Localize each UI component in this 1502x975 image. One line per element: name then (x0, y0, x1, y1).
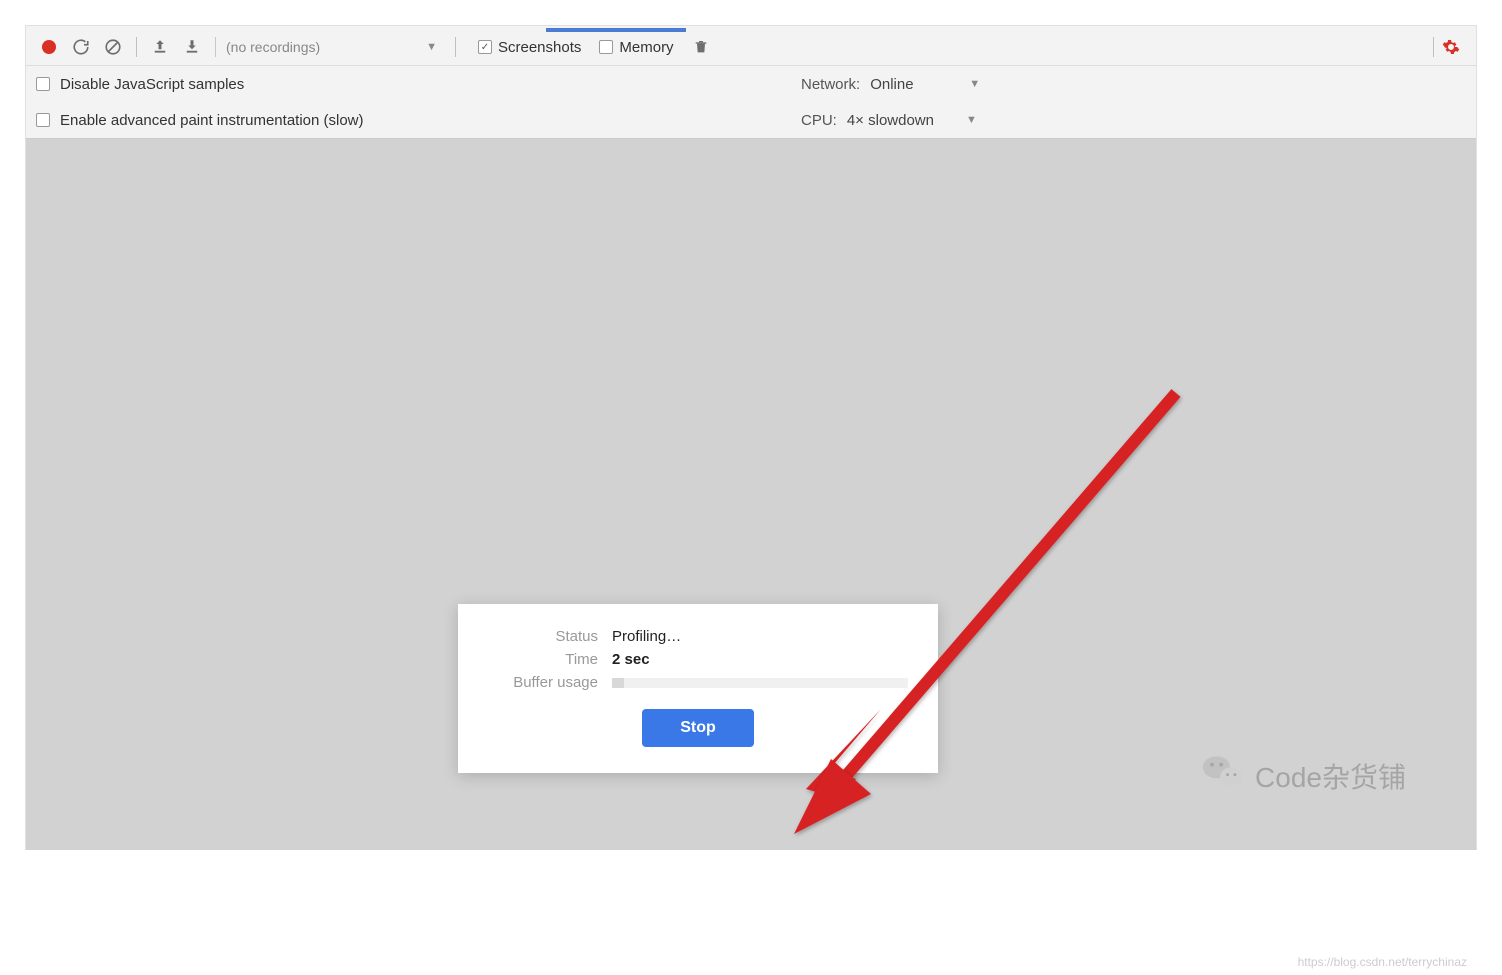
options-row: Disable JavaScript samples Network: Onli… (26, 66, 1476, 102)
network-dropdown[interactable]: Online ▼ (870, 76, 980, 93)
profiling-modal: Status Profiling… Time 2 sec Buffer usag… (458, 604, 938, 773)
collect-garbage-button[interactable] (688, 34, 714, 60)
gear-icon (1442, 38, 1460, 56)
status-value: Profiling… (612, 628, 681, 645)
upload-icon (151, 38, 169, 56)
status-label: Status (488, 628, 598, 645)
wechat-icon (1201, 751, 1245, 800)
disable-js-label: Disable JavaScript samples (60, 76, 244, 93)
cpu-dropdown[interactable]: 4× slowdown ▼ (847, 112, 977, 129)
buffer-label: Buffer usage (488, 674, 598, 691)
options-bar: Disable JavaScript samples Network: Onli… (26, 66, 1476, 139)
options-row: Enable advanced paint instrumentation (s… (26, 102, 1476, 138)
chevron-down-icon: ▼ (966, 114, 977, 126)
devtools-panel: (no recordings) ▼ Screenshots Memory (25, 25, 1477, 850)
enable-paint-label: Enable advanced paint instrumentation (s… (60, 112, 364, 129)
network-value: Online (870, 76, 913, 93)
divider (455, 37, 456, 57)
chevron-down-icon: ▼ (426, 41, 437, 53)
memory-checkbox[interactable]: Memory (599, 39, 673, 56)
reload-icon (72, 38, 90, 56)
active-tab-indicator (546, 28, 686, 32)
watermark: Code杂货铺 (1201, 751, 1406, 800)
screenshots-checkbox[interactable]: Screenshots (478, 39, 581, 56)
trash-icon (693, 38, 709, 56)
disable-js-checkbox[interactable]: Disable JavaScript samples (36, 76, 244, 93)
status-row: Status Profiling… (488, 628, 908, 645)
reload-button[interactable] (68, 34, 94, 60)
watermark-text: Code杂货铺 (1255, 756, 1406, 796)
divider (136, 37, 137, 57)
checkbox-icon (36, 77, 50, 91)
buffer-row: Buffer usage (488, 674, 908, 691)
cpu-value: 4× slowdown (847, 112, 934, 129)
checkbox-icon (36, 113, 50, 127)
checkbox-icon (478, 40, 492, 54)
time-value: 2 sec (612, 651, 650, 668)
clear-button[interactable] (100, 34, 126, 60)
enable-paint-checkbox[interactable]: Enable advanced paint instrumentation (s… (36, 112, 364, 129)
time-row: Time 2 sec (488, 651, 908, 668)
record-icon (42, 40, 56, 54)
buffer-progress (612, 678, 908, 688)
checkbox-icon (599, 40, 613, 54)
content-area: Status Profiling… Time 2 sec Buffer usag… (26, 139, 1476, 850)
network-option: Network: Online ▼ (801, 76, 980, 93)
clear-icon (104, 38, 122, 56)
buffer-progress-fill (612, 678, 624, 688)
save-profile-button[interactable] (179, 34, 205, 60)
stop-button[interactable]: Stop (642, 709, 754, 747)
toolbar: (no recordings) ▼ Screenshots Memory (26, 26, 1476, 66)
chevron-down-icon: ▼ (969, 78, 980, 90)
url-watermark: https://blog.csdn.net/terrychinaz (1298, 955, 1467, 969)
cpu-label: CPU: (801, 112, 837, 129)
record-button[interactable] (36, 34, 62, 60)
recordings-dropdown[interactable]: (no recordings) ▼ (215, 37, 445, 57)
screenshots-label: Screenshots (498, 39, 581, 56)
network-label: Network: (801, 76, 860, 93)
recordings-placeholder: (no recordings) (226, 39, 320, 55)
modal-footer: Stop (488, 709, 908, 747)
toolbar-left: (no recordings) ▼ Screenshots Memory (36, 34, 714, 60)
cpu-option: CPU: 4× slowdown ▼ (801, 112, 977, 129)
settings-button[interactable] (1438, 34, 1464, 60)
load-profile-button[interactable] (147, 34, 173, 60)
memory-label: Memory (619, 39, 673, 56)
download-icon (183, 38, 201, 56)
divider (1433, 37, 1434, 57)
time-label: Time (488, 651, 598, 668)
